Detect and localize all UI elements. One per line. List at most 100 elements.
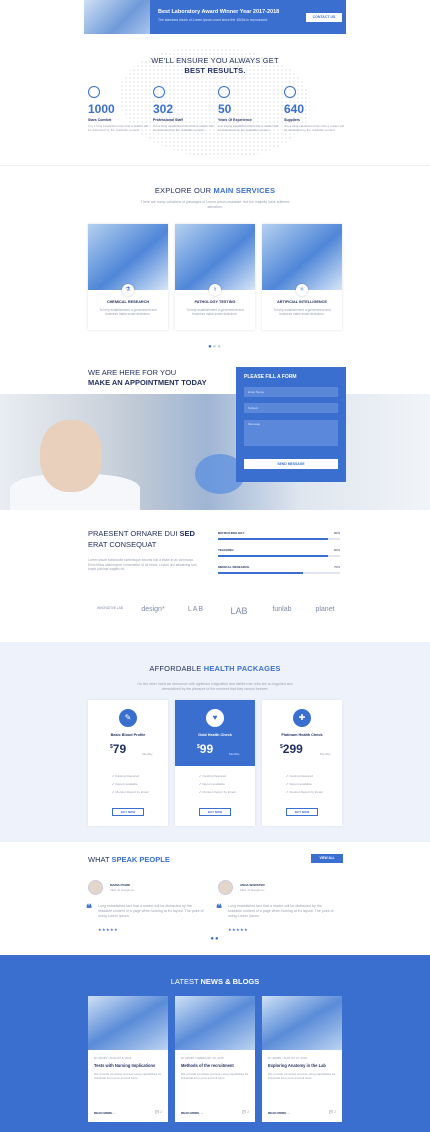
- stat-item: 640 Suppliers It is a long established f…: [284, 86, 348, 132]
- partner-logo: INNOVATIVE LAB: [97, 606, 123, 610]
- package-period: Monthly: [320, 752, 331, 756]
- buy-now-button[interactable]: BUY NOW: [199, 808, 231, 816]
- price-value: 99: [199, 742, 214, 756]
- testimonial-role: CEO, AI Google Inc: [240, 888, 265, 892]
- service-image: [262, 224, 342, 290]
- news-title[interactable]: Tests with Nursing Implications: [94, 1063, 166, 1068]
- skills-heading-bold: SED: [179, 529, 195, 538]
- heartbeat-icon: ✚: [293, 709, 311, 727]
- package-price: $79: [110, 742, 126, 756]
- news-card[interactable]: BY ADMIN / AUGUST 27, 2018 Exploring Ana…: [262, 996, 342, 1122]
- subject-input[interactable]: Subject: [244, 403, 338, 413]
- services-heading: EXPLORE OUR MAIN SERVICES: [0, 186, 430, 195]
- services-heading-light: EXPLORE OUR: [154, 186, 214, 195]
- stat-number: 50: [218, 102, 232, 116]
- stat-item: 1000 Stars Comfort It is a long establis…: [88, 86, 152, 132]
- package-name: Basic Blood Profile: [110, 733, 146, 737]
- testimonial-name: MARIA POHRI: [110, 883, 131, 887]
- testimonial-name: ANNA WORSTER: [240, 883, 265, 887]
- packages-section: AFFORDABLE HEALTH PACKAGES On the other …: [0, 642, 430, 842]
- stat-item: 302 Professional Staff It is a long esta…: [153, 86, 217, 132]
- quote-icon: ❝: [216, 903, 222, 915]
- testimonials-heading-light: WHAT: [88, 855, 112, 864]
- face-shape: [40, 420, 102, 492]
- stat-label: Stars Comfort: [88, 118, 112, 122]
- stat-text: It is a long established fact that a rea…: [153, 124, 214, 133]
- service-title: PATHOLOGY TESTING: [194, 300, 236, 304]
- progress-label: TEACHING: [218, 548, 234, 552]
- clipboard-icon: [88, 86, 100, 98]
- skills-section: PRAESENT ORNARE DUI SED ERAT CONSEQUAT L…: [0, 510, 430, 642]
- avatar: [218, 880, 233, 895]
- results-section: WE'LL ENSURE YOU ALWAYS GET BEST RESULTS…: [0, 34, 430, 164]
- packages-heading: AFFORDABLE HEALTH PACKAGES: [0, 664, 430, 673]
- star-rating: ★★★★★: [228, 927, 248, 932]
- news-card[interactable]: BY ADMIN / AUGUST 8, 2018 Tests with Nur…: [88, 996, 168, 1122]
- package-feature: ✓ Report available: [199, 782, 225, 786]
- service-text: To help establishment a government and b…: [186, 308, 244, 317]
- stat-number: 1000: [88, 102, 115, 116]
- news-image: [88, 996, 168, 1050]
- feature-text: Monitor Report by Email: [115, 790, 149, 794]
- services-carousel-dots[interactable]: ●●●: [0, 344, 430, 350]
- buy-now-button[interactable]: BUY NOW: [112, 808, 144, 816]
- news-title[interactable]: Exploring Anatomy in the Lab: [268, 1063, 340, 1068]
- contact-us-button[interactable]: CONTACT US: [306, 13, 342, 22]
- service-card[interactable]: ⚕ PATHOLOGY TESTING To help establishmen…: [175, 224, 255, 330]
- service-image: [88, 224, 168, 290]
- view-all-button[interactable]: VIEW ALL: [311, 854, 343, 863]
- package-name: Gold Health Check: [198, 733, 232, 737]
- award-title: Best Laboratory Award Winner Year 2017-2…: [158, 9, 280, 15]
- read-more-link[interactable]: READ MORE →: [94, 1111, 116, 1115]
- dot[interactable]: ●: [217, 344, 222, 350]
- feature-text: Fasting Required: [115, 774, 140, 778]
- packages-heading-light: AFFORDABLE: [149, 664, 204, 673]
- comments-count: 💬 2: [155, 1110, 162, 1114]
- service-text: To help establishment a government and b…: [99, 308, 157, 317]
- stat-label: Suppliers: [284, 118, 300, 122]
- news-heading-bold: NEWS & BLOGS: [200, 977, 260, 986]
- partner-logo: funlab: [272, 606, 292, 613]
- testimonials-carousel-dots[interactable]: ●●: [0, 936, 430, 942]
- send-message-button[interactable]: SEND MESSAGE: [244, 459, 338, 469]
- atom-icon: ⚛: [296, 284, 308, 296]
- read-more-link[interactable]: READ MORE →: [181, 1111, 203, 1115]
- feature-text: Fasting Required: [202, 774, 227, 778]
- feature-text: Monitor Report by Email: [202, 790, 236, 794]
- stat-number: 302: [153, 102, 174, 116]
- progress-track: [218, 555, 340, 557]
- dot-active[interactable]: ●: [215, 936, 220, 942]
- feature-text: Report available: [115, 782, 138, 786]
- news-card[interactable]: BY ADMIN / FEBRUARY 19, 2018 Methods of …: [175, 996, 255, 1122]
- testimonials-section: WHAT SPEAK PEOPLE VIEW ALL MARIA POHRI C…: [0, 842, 430, 955]
- testimonial-quote: Long established fact that a reader will…: [228, 904, 334, 919]
- skills-text: Lorem ipsum sollicitudin scelerisque lob…: [88, 558, 197, 571]
- service-card[interactable]: ⚛ ARTIFICIAL INTELLIGENCE To help establ…: [262, 224, 342, 330]
- testimonial-role: CEO, AI Google Inc: [110, 888, 135, 892]
- package-period: Monthly: [142, 752, 153, 756]
- stat-label: Years Of Experience: [218, 118, 252, 122]
- news-text: We provide complete process using capabi…: [268, 1072, 336, 1081]
- service-card[interactable]: ⚗ CHEMICAL RESEARCH To help establishmen…: [88, 224, 168, 330]
- stat-text: It is a long established fact that a rea…: [88, 124, 149, 133]
- packages-subtitle: On the other hand we denounce with right…: [137, 682, 293, 691]
- name-input[interactable]: Enter Name: [244, 387, 338, 397]
- testimonials-heading-bold: SPEAK PEOPLE: [111, 855, 170, 864]
- message-textarea[interactable]: Message: [244, 420, 338, 446]
- service-image: [175, 224, 255, 290]
- read-more-link[interactable]: READ MORE →: [268, 1111, 290, 1115]
- feature-text: Monitor Report by Email: [289, 790, 323, 794]
- services-heading-bold: MAIN SERVICES: [213, 186, 276, 195]
- stat-label: Professional Staff: [153, 118, 183, 122]
- news-image: [175, 996, 255, 1050]
- skills-heading-line2: ERAT CONSEQUAT: [88, 540, 157, 549]
- progress-fill: [218, 555, 328, 557]
- stat-number: 640: [284, 102, 305, 116]
- stat-text: It is a long established fact that a rea…: [218, 124, 279, 133]
- package-feature: ✓ Report available: [112, 782, 138, 786]
- news-title[interactable]: Methods of the recruitment: [181, 1063, 253, 1068]
- package-feature: ✓ Fasting Required: [112, 774, 139, 778]
- price-value: 79: [112, 742, 127, 756]
- service-title: ARTIFICIAL INTELLIGENCE: [277, 300, 327, 304]
- buy-now-button[interactable]: BUY NOW: [286, 808, 318, 816]
